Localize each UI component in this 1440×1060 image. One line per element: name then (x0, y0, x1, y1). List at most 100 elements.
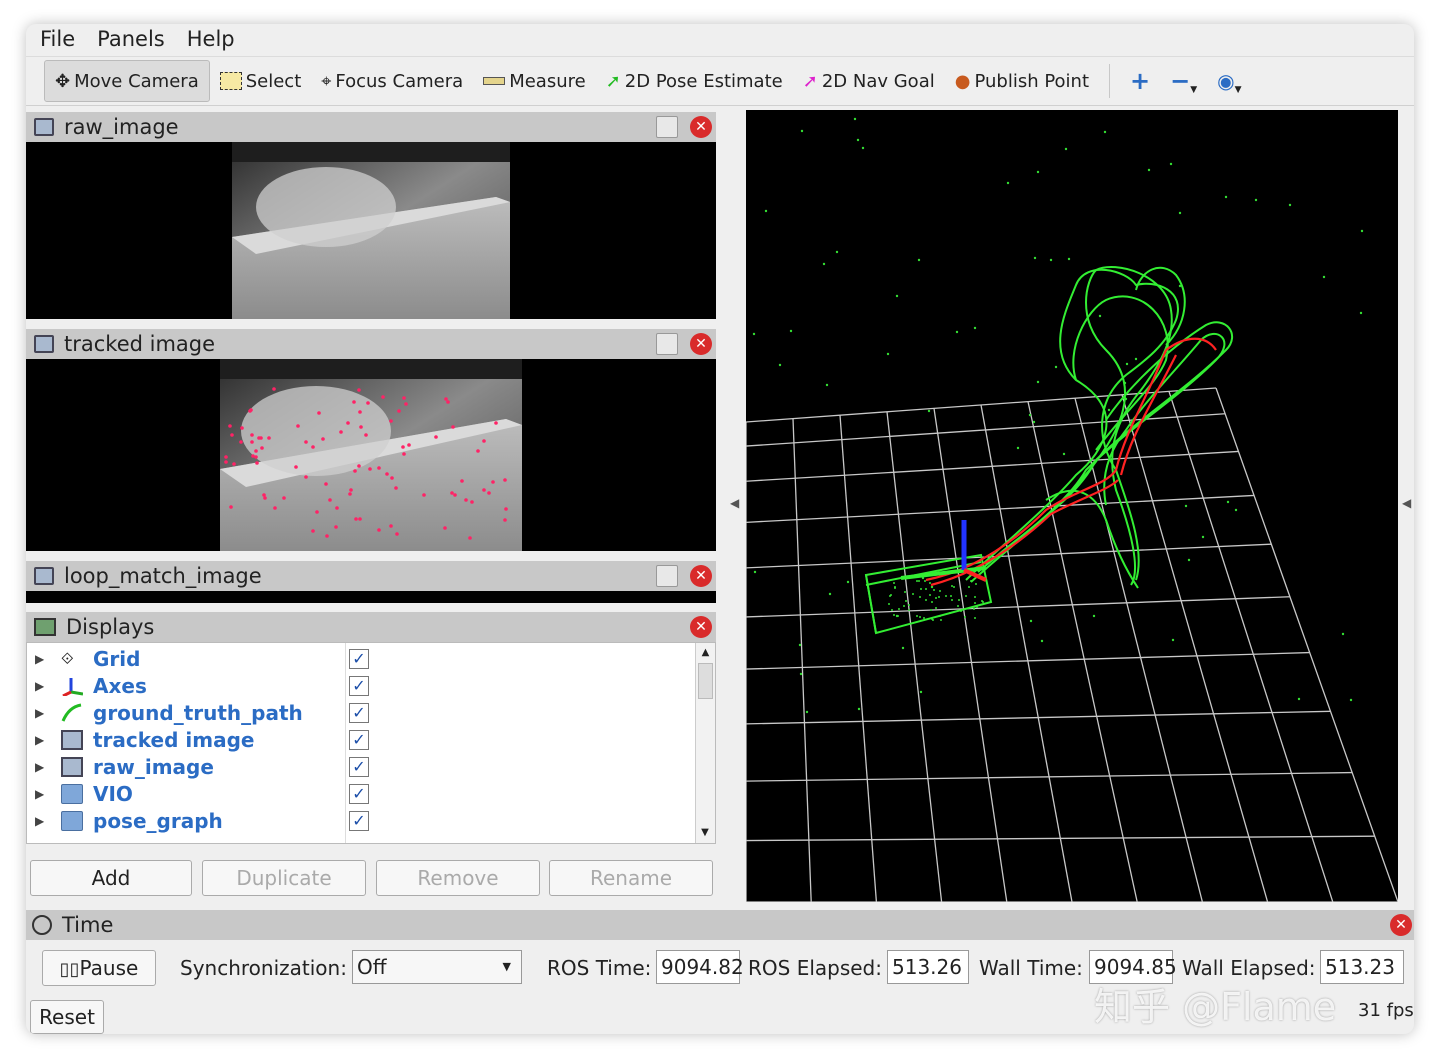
expand-arrow-icon[interactable]: ▶ (35, 706, 49, 720)
scroll-up-icon[interactable]: ▲ (696, 643, 715, 663)
display-checkbox[interactable]: ✓ (349, 729, 369, 750)
cloud-point (903, 605, 905, 607)
add-tool-button[interactable]: + (1120, 60, 1160, 102)
feature-point (272, 387, 276, 391)
cloud-point (929, 582, 931, 584)
cloud-point (853, 117, 857, 121)
display-item-raw-image[interactable]: ▶ raw_image ✓ (27, 753, 695, 780)
pause-label: Pause (79, 956, 139, 980)
expand-arrow-icon[interactable]: ▶ (35, 733, 49, 747)
reset-button[interactable]: Reset (30, 1000, 104, 1034)
cloud-point (1187, 558, 1191, 562)
feature-point (294, 465, 298, 469)
display-item-ground-truth-path[interactable]: ▶ ground_truth_path ✓ (27, 699, 695, 726)
nav-goal-label: 2D Nav Goal (821, 70, 935, 92)
render-3d-view[interactable] (745, 110, 1399, 903)
feature-point (257, 436, 261, 440)
display-item-vio[interactable]: ▶ VIO ✓ (27, 780, 695, 807)
cloud-point (1360, 229, 1364, 233)
sync-dropdown[interactable]: Off ▼ (352, 950, 522, 984)
cloud-point (799, 672, 803, 676)
remove-tool-button[interactable]: − ▼ (1160, 60, 1207, 102)
close-icon[interactable]: ✕ (1390, 914, 1412, 936)
display-checkbox[interactable]: ✓ (349, 810, 369, 831)
nav-goal-button[interactable]: ➚ 2D Nav Goal (793, 60, 945, 102)
collapse-left-arrow-icon[interactable]: ◀ (730, 496, 739, 510)
feature-point (444, 397, 448, 401)
ros-elapsed-field[interactable]: 513.26 (887, 950, 969, 984)
move-camera-button[interactable]: ✥ Move Camera (44, 60, 210, 102)
expand-arrow-icon[interactable]: ▶ (35, 760, 49, 774)
collapse-right-arrow-icon[interactable]: ◀ (1402, 496, 1411, 510)
cloud-point (894, 587, 896, 589)
display-item-tracked-image[interactable]: ▶ tracked image ✓ (27, 726, 695, 753)
cloud-point (908, 609, 910, 611)
feature-point (407, 443, 411, 447)
publish-point-button[interactable]: ● Publish Point (945, 60, 1099, 102)
duplicate-button[interactable]: Duplicate (202, 860, 366, 896)
measure-button[interactable]: Measure (473, 60, 596, 102)
close-icon[interactable]: ✕ (690, 565, 712, 587)
add-button[interactable]: Add (30, 860, 192, 896)
remove-button[interactable]: Remove (376, 860, 540, 896)
cloud-point (897, 615, 899, 617)
pause-button[interactable]: ▯▯Pause (42, 950, 156, 986)
view-tool-button[interactable]: ◉ ▼ (1207, 60, 1251, 102)
displays-panel-header: Displays ✕ (26, 612, 716, 642)
feature-point (464, 498, 468, 502)
focus-camera-button[interactable]: ⌖ Focus Camera (311, 60, 473, 102)
feature-point (251, 454, 255, 458)
image-icon (61, 729, 83, 750)
cloud-point (1036, 170, 1040, 174)
undock-button[interactable] (656, 116, 678, 138)
select-button[interactable]: Select (210, 60, 312, 102)
undock-button[interactable] (656, 565, 678, 587)
display-item-grid[interactable]: ▶ ⟐ Grid ✓ (27, 645, 695, 672)
close-icon[interactable]: ✕ (690, 333, 712, 355)
feature-point (503, 478, 507, 482)
cloud-point (974, 596, 976, 598)
displays-scrollbar[interactable]: ▲ ▼ (695, 643, 715, 843)
display-checkbox[interactable]: ✓ (349, 756, 369, 777)
cloud-point (929, 594, 931, 596)
display-checkbox[interactable]: ✓ (349, 783, 369, 804)
feature-point (296, 424, 300, 428)
cloud-point (893, 614, 895, 616)
display-checkbox[interactable]: ✓ (349, 648, 369, 669)
cloud-point (1349, 698, 1353, 702)
display-item-axes[interactable]: ▶ Axes ✓ (27, 672, 695, 699)
menu-panels[interactable]: Panels (97, 27, 165, 51)
expand-arrow-icon[interactable]: ▶ (35, 652, 49, 666)
feature-point (359, 425, 363, 429)
cloud-point (973, 326, 977, 330)
feature-point (401, 445, 405, 449)
select-label: Select (245, 70, 302, 92)
cloud-point (1028, 413, 1032, 417)
close-icon[interactable]: ✕ (690, 116, 712, 138)
menu-file[interactable]: File (40, 27, 75, 51)
cloud-point (1178, 211, 1182, 215)
scroll-down-icon[interactable]: ▼ (696, 823, 714, 843)
displays-panel-title: Displays (66, 615, 155, 639)
expand-arrow-icon[interactable]: ▶ (35, 787, 49, 801)
feature-point (304, 440, 308, 444)
display-checkbox[interactable]: ✓ (349, 675, 369, 696)
scroll-thumb[interactable] (698, 663, 713, 699)
pose-estimate-button[interactable]: ➚ 2D Pose Estimate (596, 60, 793, 102)
display-checkbox[interactable]: ✓ (349, 702, 369, 723)
undock-button[interactable] (656, 333, 678, 355)
feature-point (377, 528, 381, 532)
feature-point (224, 455, 228, 459)
expand-arrow-icon[interactable]: ▶ (35, 679, 49, 693)
cloud-point (1054, 365, 1058, 369)
rename-button[interactable]: Rename (549, 860, 713, 896)
close-icon[interactable]: ✕ (690, 616, 712, 638)
feature-point (255, 461, 259, 465)
expand-arrow-icon[interactable]: ▶ (35, 814, 49, 828)
display-item-pose-graph[interactable]: ▶ pose_graph ✓ (27, 807, 695, 834)
ros-time-field[interactable]: 9094.82 (656, 950, 744, 984)
feature-point (311, 445, 315, 449)
scene-3d (745, 117, 1399, 903)
menu-help[interactable]: Help (187, 27, 235, 51)
feature-point (352, 400, 356, 404)
